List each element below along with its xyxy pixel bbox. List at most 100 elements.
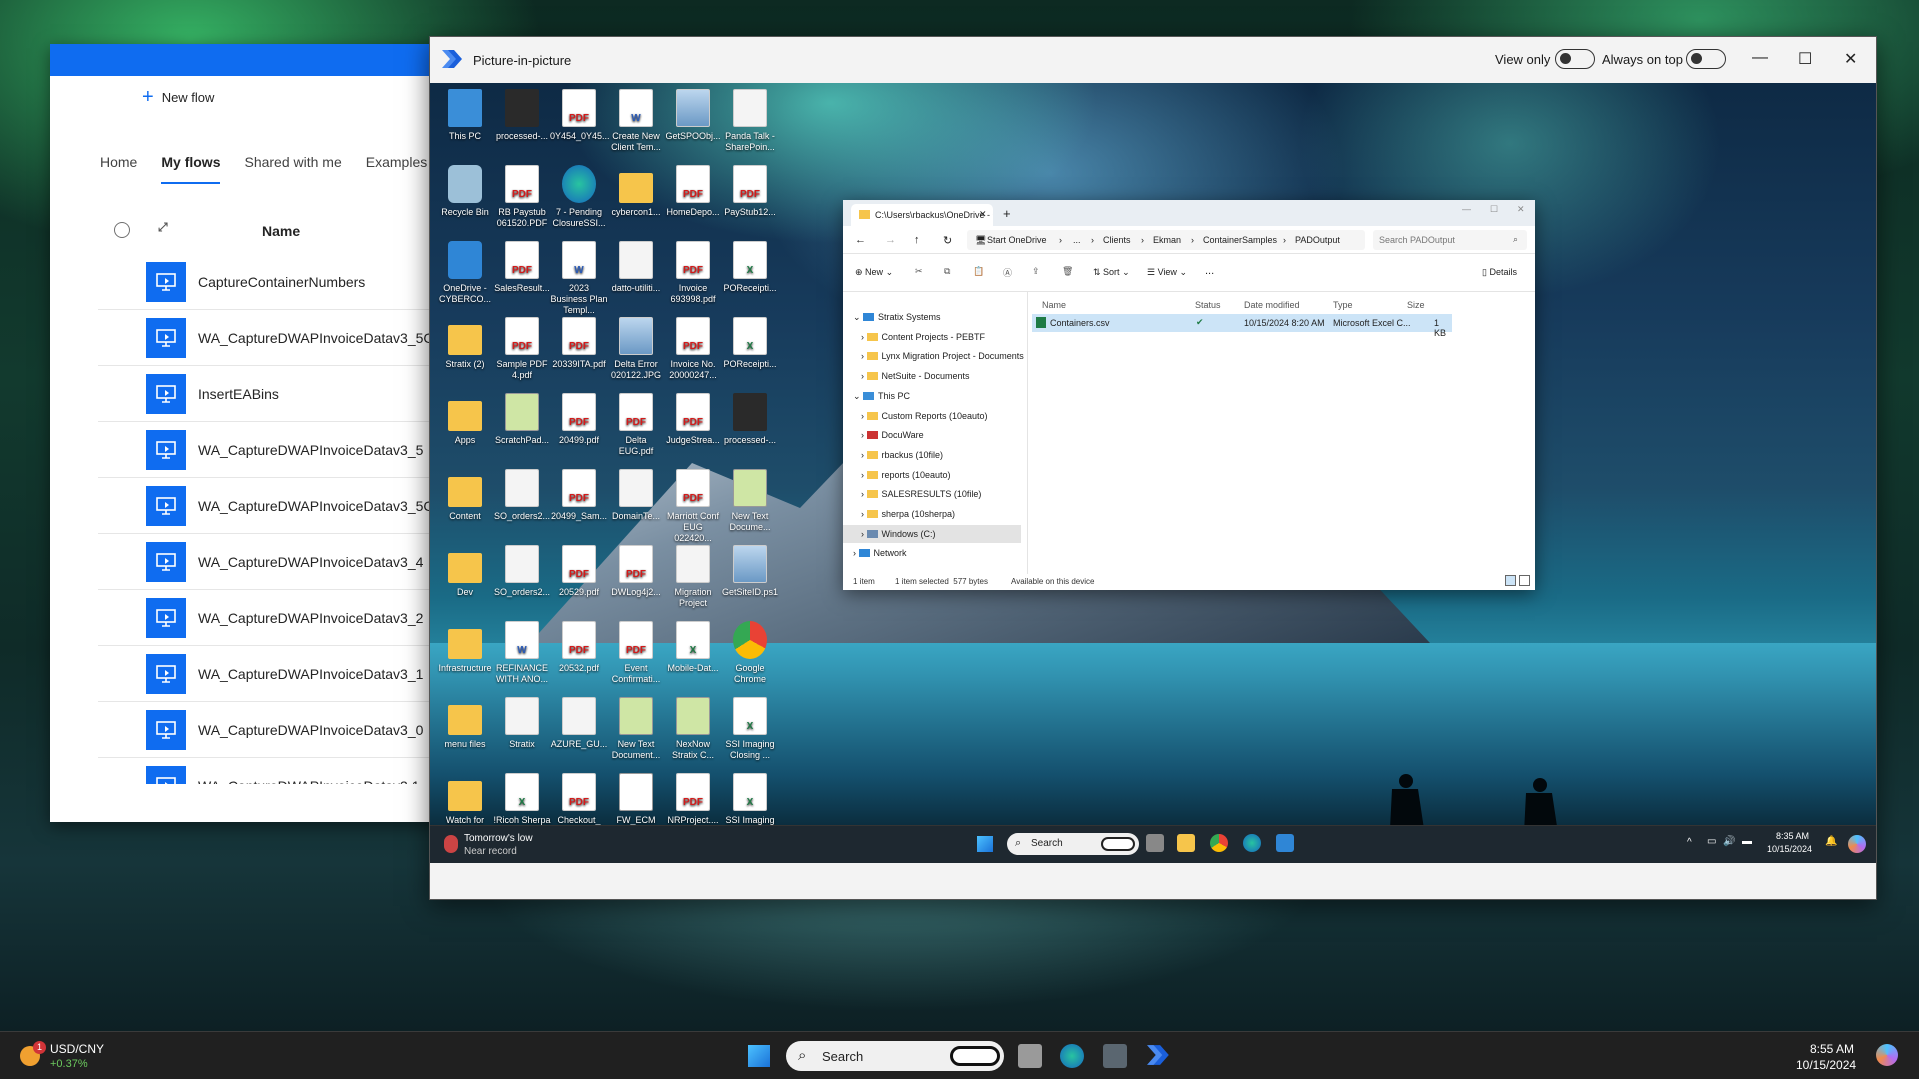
desktop-icon[interactable]: X POReceipti... — [721, 317, 779, 370]
delete-icon[interactable]: 🗑 — [1062, 266, 1073, 277]
expand-chevron-icon[interactable]: ⌄ — [853, 391, 863, 401]
desktop-icon[interactable]: Delta Error 020122.JPG — [607, 317, 665, 381]
desktop-icon[interactable]: Recycle Bin — [436, 165, 494, 218]
edge-icon[interactable] — [1060, 1044, 1084, 1068]
desktop-icon[interactable]: Dev — [436, 545, 494, 598]
rename-icon[interactable]: Ⓐ — [1003, 266, 1012, 279]
desktop-icon[interactable]: PDF SalesResult... — [493, 241, 551, 294]
desktop-icon[interactable]: Panda Talk - SharePoin... — [721, 89, 779, 153]
flow-name[interactable]: WA_CaptureDWAPInvoiceDatav3_0 — [198, 722, 423, 738]
nav-tree-item[interactable]: ⌄ This PC — [843, 387, 1021, 405]
remote-clock-date[interactable]: 10/15/2024 — [1767, 844, 1812, 854]
more-options-icon[interactable]: ... — [1205, 265, 1214, 277]
nav-tree-item[interactable]: › SALESRESULTS (10file) — [843, 485, 1021, 503]
desktop-icon[interactable]: New Text Document... — [607, 697, 665, 761]
breadcrumb-containersamples[interactable]: ContainerSamples — [1203, 235, 1277, 245]
desktop-icon[interactable]: PDF Invoice 693998.pdf — [664, 241, 722, 305]
nav-tree-item[interactable]: › DocuWare — [843, 426, 1021, 444]
remote-search-box[interactable]: ⌕ Search — [1007, 833, 1139, 855]
flow-row[interactable]: WA_CaptureDWAPInvoiceDatav3_5 — [98, 422, 450, 478]
desktop-icon[interactable]: PDF Event Confirmati... — [607, 621, 665, 685]
network-icon[interactable]: ▭ — [1707, 836, 1716, 847]
desktop-icon[interactable]: Google Chrome — [721, 621, 779, 685]
tab-close-icon[interactable]: ✕ — [979, 209, 987, 220]
desktop-icon[interactable]: PDF 20339ITA.pdf — [550, 317, 608, 370]
nav-tree-item[interactable]: › reports (10eauto) — [843, 466, 1021, 484]
copilot-icon[interactable] — [1848, 835, 1866, 853]
col-status[interactable]: Status — [1195, 300, 1221, 310]
nav-tree-item[interactable]: ⌄ Stratix Systems — [843, 308, 1021, 326]
desktop-icon[interactable]: PDF Marriott Conf EUG 022420... — [664, 469, 722, 544]
always-on-top-toggle[interactable] — [1686, 49, 1726, 69]
breadcrumb-more[interactable]: ... — [1073, 235, 1081, 245]
teams-icon[interactable] — [1276, 834, 1294, 852]
explorer-maximize-icon[interactable]: ☐ — [1490, 204, 1498, 215]
desktop-icon[interactable]: Infrastructure — [436, 621, 494, 674]
flow-row[interactable]: WA_CaptureDWAPInvoiceDatav3.1 — [98, 758, 450, 784]
edge-icon[interactable] — [1243, 834, 1261, 852]
select-all-checkbox[interactable] — [114, 222, 130, 238]
explorer-close-icon[interactable]: ✕ — [1517, 204, 1525, 215]
desktop-icon[interactable]: processed-... — [721, 393, 779, 446]
share-icon[interactable]: ⇪ — [1032, 266, 1040, 277]
desktop-icon[interactable]: Migration Project — [664, 545, 722, 609]
desktop-icon[interactable]: X Mobile-Dat... — [664, 621, 722, 674]
desktop-icon[interactable]: processed-... — [493, 89, 551, 142]
desktop-icon[interactable]: PDF NRProject.... — [664, 773, 722, 826]
new-button[interactable]: ⊕ New ⌄ — [855, 267, 893, 278]
desktop-icon[interactable]: PDF Invoice No. 20000247... — [664, 317, 722, 381]
flow-row[interactable]: WA_CaptureDWAPInvoiceDatav3_5Cle — [98, 310, 450, 366]
sort-button[interactable]: ⇅ Sort ⌄ — [1093, 267, 1130, 278]
task-view-icon[interactable] — [1018, 1044, 1042, 1068]
name-column-header[interactable]: Name — [262, 223, 300, 239]
col-size[interactable]: Size — [1407, 300, 1425, 310]
volume-icon[interactable]: 🔊 — [1723, 836, 1735, 847]
col-type[interactable]: Type — [1333, 300, 1353, 310]
desktop-icon[interactable]: Stratix — [493, 697, 551, 750]
paste-icon[interactable]: 📋 — [973, 266, 984, 277]
desktop-icon[interactable]: W 2023 Business Plan Templ... — [550, 241, 608, 316]
address-bar[interactable]: 🖥 Start OneDrive › ... › Clients › Ekman… — [967, 230, 1365, 250]
battery-icon[interactable]: ▬ — [1742, 836, 1752, 847]
breadcrumb-ekman[interactable]: Ekman — [1153, 235, 1181, 245]
start-icon[interactable] — [748, 1045, 770, 1067]
maximize-icon[interactable]: ☐ — [1798, 49, 1812, 69]
copy-icon[interactable]: ⧉ — [944, 266, 950, 277]
desktop-icon[interactable]: NexNow Stratix C... — [664, 697, 722, 761]
chrome-icon[interactable] — [1210, 834, 1228, 852]
file-explorer-icon[interactable] — [1177, 834, 1195, 852]
desktop-icon[interactable]: PDF 20532.pdf — [550, 621, 608, 674]
calculator-icon[interactable] — [1103, 1044, 1127, 1068]
back-icon[interactable]: ← — [855, 234, 866, 246]
explorer-tab[interactable]: C:\Users\rbackus\OneDrive - C — [851, 204, 993, 226]
desktop-icon[interactable]: PDF 20529.pdf — [550, 545, 608, 598]
flow-row[interactable]: WA_CaptureDWAPInvoiceDatav3_2 — [98, 590, 450, 646]
refresh-icon[interactable]: ↻ — [943, 234, 952, 247]
flow-row[interactable]: WA_CaptureDWAPInvoiceDatav3_4 — [98, 534, 450, 590]
desktop-icon[interactable]: Stratix (2) — [436, 317, 494, 370]
flow-row[interactable]: CaptureContainerNumbers — [98, 254, 450, 310]
ticker-name[interactable]: USD/CNY — [50, 1042, 104, 1056]
desktop-icon[interactable]: X POReceipti... — [721, 241, 779, 294]
view-button[interactable]: ☰ View ⌄ — [1147, 267, 1187, 278]
explorer-minimize-icon[interactable]: — — [1462, 204, 1471, 214]
new-tab-icon[interactable]: + — [1003, 206, 1011, 221]
desktop-icon[interactable]: cybercon1... — [607, 165, 665, 218]
breadcrumb-start[interactable]: Start OneDrive — [987, 235, 1047, 245]
desktop-icon[interactable]: OneDrive - CYBERCO... — [436, 241, 494, 305]
nav-tree-item[interactable]: › Content Projects - PEBTF — [843, 328, 1021, 346]
desktop-icon[interactable]: PDF 0Y454_0Y45... — [550, 89, 610, 142]
clock-date[interactable]: 10/15/2024 — [1796, 1058, 1856, 1072]
flow-name[interactable]: CaptureContainerNumbers — [198, 274, 365, 290]
task-view-icon[interactable] — [1146, 834, 1164, 852]
flow-name[interactable]: WA_CaptureDWAPInvoiceDatav3_5Cle — [198, 498, 444, 514]
copilot-icon[interactable] — [1876, 1044, 1898, 1066]
nav-tree-item[interactable]: › Custom Reports (10eauto) — [843, 407, 1021, 425]
remote-clock-time[interactable]: 8:35 AM — [1776, 831, 1809, 841]
flow-name[interactable]: WA_CaptureDWAPInvoiceDatav3_5Cle — [198, 330, 444, 346]
desktop-icon[interactable]: New Text Docume... — [721, 469, 779, 533]
flow-name[interactable]: WA_CaptureDWAPInvoiceDatav3_5 — [198, 442, 423, 458]
breadcrumb-clients[interactable]: Clients — [1103, 235, 1131, 245]
desktop-icon[interactable]: ScratchPad... — [493, 393, 551, 446]
minimize-icon[interactable]: — — [1752, 49, 1768, 67]
